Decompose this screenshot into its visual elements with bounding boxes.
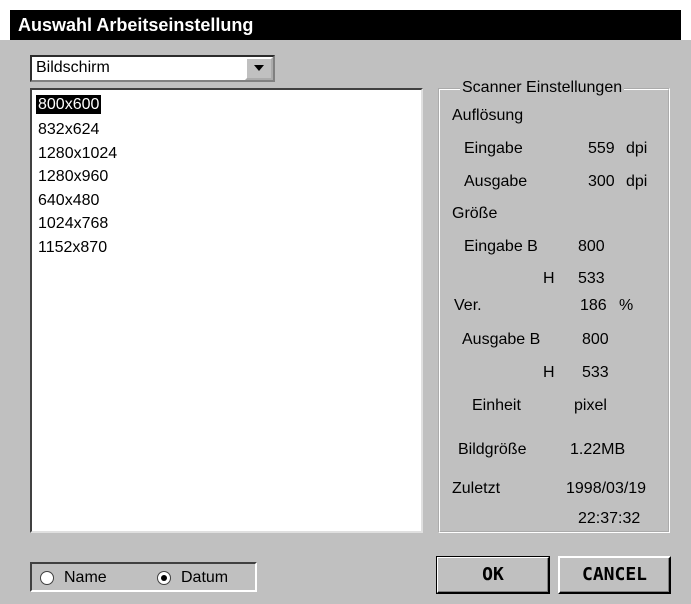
scanner-settings-legend: Scanner Einstellungen: [460, 79, 625, 97]
list-item[interactable]: 1152x870: [36, 238, 109, 257]
aufloesung-heading: Auflösung: [452, 107, 524, 124]
groesse-heading: Größe: [452, 205, 498, 222]
ausgabe-b-label: Ausgabe B: [462, 331, 541, 348]
mode-dropdown-value: Bildschirm: [36, 59, 110, 76]
dropdown-button[interactable]: [245, 57, 273, 80]
eingabe-h-label: H: [543, 270, 555, 287]
eingabe-label: Eingabe: [464, 140, 523, 157]
zuletzt-date: 1998/03/19: [566, 480, 647, 497]
chevron-down-icon: [254, 65, 264, 71]
radio-checked-icon: [157, 571, 171, 585]
eingabe-h-value: 533: [578, 270, 605, 287]
cancel-button[interactable]: CANCEL: [558, 556, 671, 594]
bildgroesse-value: 1.22MB: [570, 441, 626, 458]
list-item[interactable]: 1280x1024: [36, 144, 119, 163]
ausgabe-label: Ausgabe: [464, 173, 528, 190]
radio-circle-icon: [40, 571, 54, 585]
bildgroesse-label: Bildgröße: [458, 441, 527, 458]
zuletzt-time: 22:37:32: [578, 510, 641, 527]
sort-name-radio[interactable]: Name: [40, 569, 107, 587]
ausgabe-b-value: 800: [582, 331, 609, 348]
ausgabe-h-label: H: [543, 364, 555, 381]
list-item[interactable]: 832x624: [36, 120, 101, 139]
title-bar-background: Auswahl Arbeitseinstellung: [0, 0, 691, 40]
list-item[interactable]: 640x480: [36, 191, 101, 210]
einheit-label: Einheit: [472, 397, 521, 414]
ausgabe-h-value: 533: [582, 364, 609, 381]
ausgabe-dpi-unit: dpi: [626, 173, 648, 190]
ver-value: 186: [580, 297, 607, 314]
resolution-list[interactable]: 800x600 832x624 1280x1024 1280x960 640x480 10…: [30, 88, 423, 533]
ver-label: Ver.: [454, 297, 482, 314]
eingabe-dpi-unit: dpi: [626, 140, 648, 157]
list-item[interactable]: 1024x768: [36, 214, 110, 233]
eingabe-dpi-value: 559: [588, 140, 615, 157]
list-item[interactable]: 1280x960: [36, 167, 110, 186]
sort-options: Name Datum: [30, 562, 257, 592]
zuletzt-label: Zuletzt: [452, 480, 501, 497]
mode-dropdown[interactable]: Bildschirm: [30, 55, 275, 82]
eingabe-b-label: Eingabe B: [464, 238, 538, 255]
eingabe-b-value: 800: [578, 238, 605, 255]
ok-button[interactable]: OK: [436, 556, 550, 594]
ausgabe-dpi-value: 300: [588, 173, 615, 190]
ver-percent: %: [619, 297, 634, 314]
sort-name-label: Name: [64, 569, 107, 586]
window-title: Auswahl Arbeitseinstellung: [10, 10, 681, 40]
list-item[interactable]: 800x600: [36, 95, 102, 114]
scanner-settings-group: Scanner Einstellungen Auflösung Eingabe …: [438, 79, 670, 533]
einheit-value: pixel: [574, 397, 607, 414]
sort-date-radio[interactable]: Datum: [157, 569, 228, 587]
sort-date-label: Datum: [181, 569, 229, 586]
